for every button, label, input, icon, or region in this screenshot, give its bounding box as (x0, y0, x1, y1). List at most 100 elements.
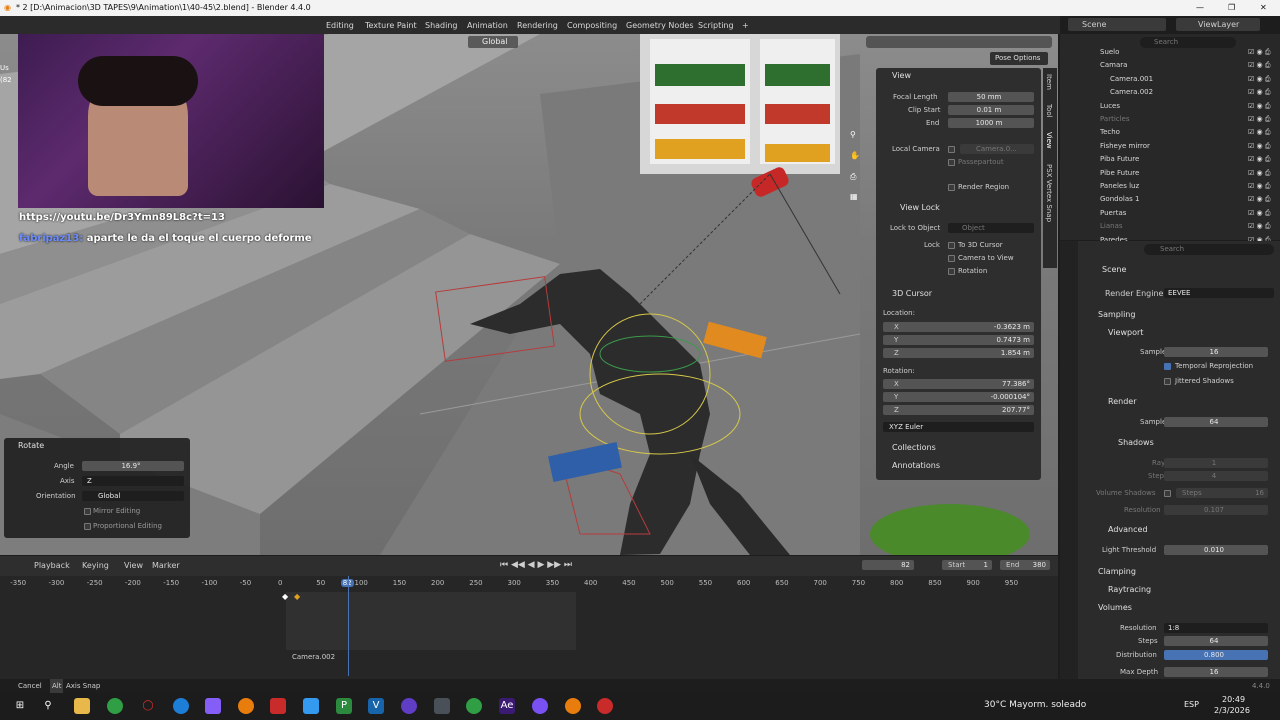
location-z-field[interactable]: 1.854 m (883, 348, 1034, 358)
app-icon-1[interactable] (205, 698, 221, 714)
clamping-header[interactable]: Clamping (1098, 566, 1136, 578)
resolution-field[interactable]: 0.107 (1164, 505, 1268, 515)
pose-options-button[interactable]: Pose Options (990, 52, 1048, 65)
language-indicator[interactable]: ESP (1184, 700, 1199, 709)
render-subheader[interactable]: Render (1108, 396, 1136, 408)
minimize-button[interactable]: — (1196, 0, 1204, 16)
tab-shading[interactable]: Shading (421, 19, 462, 32)
volume-shadows-checkbox[interactable] (1164, 490, 1171, 497)
temporal-reprojection-checkbox[interactable] (1164, 363, 1171, 370)
light-threshold-field[interactable]: 0.010 (1164, 545, 1268, 555)
orientation-dropdown[interactable]: Global (82, 491, 184, 501)
visibility-toggles[interactable]: ☑ ◉ ⎙ (1248, 100, 1270, 113)
vol-resolution-dropdown[interactable]: 1:8 (1164, 623, 1268, 633)
camera-view-icon[interactable]: ⎙ (850, 172, 856, 182)
outliner-row[interactable]: Piba Future ☑ ◉ ⎙ (1062, 153, 1280, 166)
spotify-icon[interactable] (466, 698, 482, 714)
view-lock-header[interactable]: View Lock (900, 202, 940, 214)
current-frame-field[interactable]: 82 (862, 560, 914, 570)
camera-to-view-checkbox[interactable] (948, 255, 955, 262)
timeline[interactable]: Playback Keying View Marker ⏮ ◀◀ ◀ ▶ ▶▶ … (0, 556, 1058, 679)
outliner-row[interactable]: Suelo ☑ ◉ ⎙ (1062, 46, 1280, 59)
viewport-samples-field[interactable]: 16 (1164, 347, 1268, 357)
passepartout-checkbox[interactable] (948, 159, 955, 166)
outliner-row[interactable]: Techo ☑ ◉ ⎙ (1062, 126, 1280, 139)
zoom-icon[interactable]: ⚲ (850, 130, 856, 140)
grid-icon[interactable]: ▦ (850, 192, 858, 202)
blender-taskbar-icon[interactable] (238, 698, 254, 714)
advanced-subheader[interactable]: Advanced (1108, 524, 1148, 536)
to-3d-cursor-checkbox[interactable] (948, 242, 955, 249)
visibility-toggles[interactable]: ☑ ◉ ⎙ (1248, 167, 1270, 180)
keyframe-1[interactable]: ◆ (282, 592, 288, 601)
visibility-toggles[interactable]: ☑ ◉ ⎙ (1248, 73, 1270, 86)
clip-end-field[interactable]: 1000 m (948, 118, 1034, 128)
outliner-row[interactable]: Fisheye mirror ☑ ◉ ⎙ (1062, 140, 1280, 153)
volumes-header[interactable]: Volumes (1098, 602, 1132, 614)
tab-texture-paint[interactable]: Texture Paint (361, 19, 421, 32)
rotation-mode-dropdown[interactable]: XYZ Euler (883, 422, 1034, 432)
steps-field[interactable]: 4 (1164, 471, 1268, 481)
viewport-shading-bar[interactable] (866, 36, 1052, 48)
outliner-row[interactable]: Gondolas 1 ☑ ◉ ⎙ (1062, 193, 1280, 206)
playback-menu[interactable]: Playback (34, 561, 70, 570)
view-section-header[interactable]: View (892, 70, 911, 82)
app-icon-2[interactable] (270, 698, 286, 714)
add-workspace-button[interactable]: + (738, 19, 753, 32)
shadows-subheader[interactable]: Shadows (1118, 437, 1154, 449)
discord-icon[interactable] (532, 698, 548, 714)
file-explorer-icon[interactable] (74, 698, 90, 714)
render-engine-dropdown[interactable]: EEVEE (1164, 288, 1274, 298)
outliner-row[interactable]: Luces ☑ ◉ ⎙ (1062, 100, 1280, 113)
visibility-toggles[interactable]: ☑ ◉ ⎙ (1248, 86, 1270, 99)
tab-animation[interactable]: Animation (463, 19, 512, 32)
clip-start-field[interactable]: 0.01 m (948, 105, 1034, 115)
rotation-lock-checkbox[interactable] (948, 268, 955, 275)
view-menu[interactable]: View (124, 561, 143, 570)
blender-active-icon[interactable] (565, 698, 581, 714)
3d-cursor-header[interactable]: 3D Cursor (892, 288, 932, 300)
weather-text[interactable]: 30°C Mayorm. soleado (984, 700, 1086, 710)
rotation-z-field[interactable]: 207.77° (883, 405, 1034, 415)
keyframe-2[interactable]: ◆ (294, 592, 300, 601)
tab-compositing[interactable]: Compositing (563, 19, 621, 32)
tab-editing[interactable]: Editing (322, 19, 358, 32)
playback-controls[interactable]: ⏮ ◀◀ ◀ ▶ ▶▶ ⏭ (500, 560, 572, 570)
app-icon-4[interactable]: V (368, 698, 384, 714)
outliner-row[interactable]: Camara ☑ ◉ ⎙ (1062, 59, 1280, 72)
tab-tool[interactable]: Tool (1045, 104, 1053, 118)
visibility-toggles[interactable]: ☑ ◉ ⎙ (1248, 207, 1270, 220)
visibility-toggles[interactable]: ☑ ◉ ⎙ (1248, 180, 1270, 193)
collections-header[interactable]: Collections (892, 442, 936, 454)
vol-steps-field[interactable]: 64 (1164, 636, 1268, 646)
visibility-toggles[interactable]: ☑ ◉ ⎙ (1248, 193, 1270, 206)
outliner-row[interactable]: Puertas ☑ ◉ ⎙ (1062, 207, 1280, 220)
chrome-icon[interactable] (107, 698, 123, 714)
outliner-row[interactable]: Lianas ☑ ◉ ⎙ (1062, 220, 1280, 233)
app-icon-6[interactable] (434, 698, 450, 714)
tab-item[interactable]: Item (1045, 74, 1053, 90)
visibility-toggles[interactable]: ☑ ◉ ⎙ (1248, 46, 1270, 59)
outliner-row[interactable]: Paneles luz ☑ ◉ ⎙ (1062, 180, 1280, 193)
raytracing-header[interactable]: Raytracing (1108, 584, 1151, 596)
clock-time[interactable]: 20:49 (1222, 695, 1245, 704)
max-depth-field[interactable]: 16 (1164, 667, 1268, 677)
rays-field[interactable]: 1 (1164, 458, 1268, 468)
visibility-toggles[interactable]: ☑ ◉ ⎙ (1248, 220, 1270, 233)
rotation-y-field[interactable]: -0.000104° (883, 392, 1034, 402)
pan-hand-icon[interactable]: ✋ (850, 151, 860, 161)
mirror-editing-checkbox[interactable] (84, 508, 91, 515)
opera-icon[interactable]: ◯ (140, 698, 156, 714)
annotations-header[interactable]: Annotations (892, 460, 940, 472)
windows-start-icon[interactable]: ⊞ (12, 698, 28, 714)
proportional-editing-checkbox[interactable] (84, 523, 91, 530)
lock-to-object-field[interactable]: Object (948, 223, 1034, 233)
obs-icon[interactable] (597, 698, 613, 714)
visibility-toggles[interactable]: ☑ ◉ ⎙ (1248, 113, 1270, 126)
viewport-subheader[interactable]: Viewport (1108, 327, 1143, 339)
search-icon[interactable]: ⚲ (40, 698, 56, 714)
local-camera-field[interactable]: Camera.0... (960, 144, 1034, 154)
outliner-row[interactable]: Camera.002 ☑ ◉ ⎙ (1062, 86, 1280, 99)
after-effects-icon[interactable]: Ae (499, 698, 515, 714)
tab-psx-vertex-snap[interactable]: PSX Vertex Snap (1045, 164, 1053, 222)
